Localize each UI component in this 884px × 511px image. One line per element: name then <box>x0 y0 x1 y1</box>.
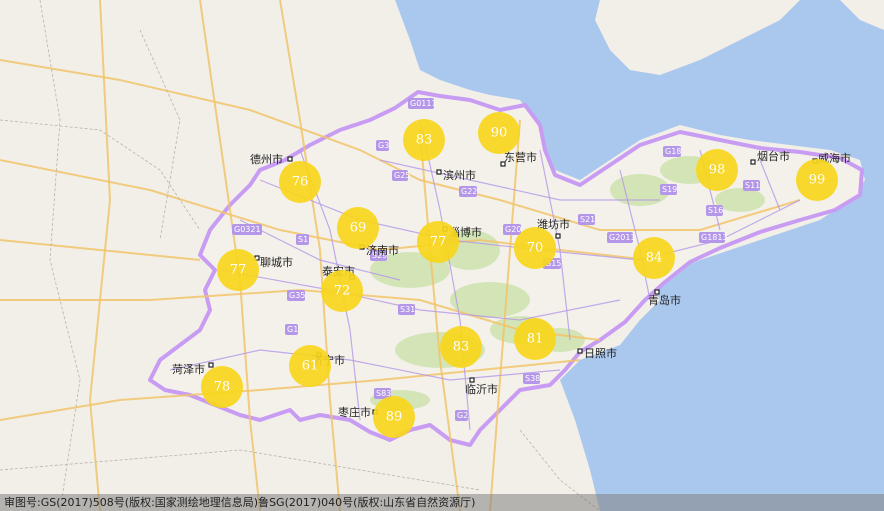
marker-zaozhuang[interactable]: 89 <box>373 396 415 438</box>
svg-text:72: 72 <box>334 284 351 299</box>
svg-text:聊城市: 聊城市 <box>260 255 293 269</box>
svg-text:70: 70 <box>527 241 544 256</box>
map-canvas[interactable]: G0111 G25 G18 G3 G2 G20 G22 G15 G35 G181… <box>0 0 884 511</box>
svg-text:81: 81 <box>527 332 544 347</box>
svg-text:G1813: G1813 <box>701 233 728 242</box>
svg-text:76: 76 <box>292 175 309 190</box>
marker-heze[interactable]: 78 <box>201 366 243 408</box>
svg-text:S21: S21 <box>580 215 595 224</box>
svg-text:83: 83 <box>453 340 470 355</box>
marker-linyi[interactable]: 83 <box>440 326 482 368</box>
city-liaocheng[interactable]: 聊城市 <box>254 255 293 269</box>
svg-text:S19: S19 <box>662 185 677 194</box>
svg-text:青岛市: 青岛市 <box>648 293 681 307</box>
marker-jinan[interactable]: 69 <box>337 207 379 249</box>
svg-text:G0111: G0111 <box>410 99 437 108</box>
svg-text:78: 78 <box>214 380 231 395</box>
marker-weihai[interactable]: 99 <box>796 159 838 201</box>
svg-text:日照市: 日照市 <box>584 346 617 360</box>
svg-text:S11: S11 <box>745 181 760 190</box>
svg-text:G20: G20 <box>505 225 521 234</box>
svg-text:烟台市: 烟台市 <box>757 149 790 163</box>
svg-text:G3: G3 <box>378 141 389 150</box>
svg-text:枣庄市: 枣庄市 <box>338 405 371 419</box>
svg-text:G2011: G2011 <box>609 233 636 242</box>
marker-dezhou[interactable]: 76 <box>279 161 321 203</box>
svg-text:77: 77 <box>230 263 247 278</box>
city-yantai[interactable]: 烟台市 <box>750 149 790 165</box>
svg-text:83: 83 <box>416 133 433 148</box>
svg-text:G0321: G0321 <box>234 225 261 234</box>
marker-dongying[interactable]: 90 <box>478 112 520 154</box>
marker-binzhou[interactable]: 83 <box>403 119 445 161</box>
svg-text:84: 84 <box>646 251 663 266</box>
svg-text:菏泽市: 菏泽市 <box>172 362 205 376</box>
marker-taian[interactable]: 72 <box>321 270 363 312</box>
svg-text:G35: G35 <box>289 291 305 300</box>
svg-text:G25: G25 <box>394 171 410 180</box>
marker-yantai[interactable]: 98 <box>696 149 738 191</box>
svg-text:69: 69 <box>350 221 367 236</box>
svg-text:G22: G22 <box>461 187 477 196</box>
marker-weifang[interactable]: 70 <box>514 227 556 269</box>
marker-rizhao[interactable]: 81 <box>514 318 556 360</box>
svg-text:90: 90 <box>491 126 508 141</box>
svg-text:S16: S16 <box>708 206 723 215</box>
svg-text:东营市: 东营市 <box>504 150 537 164</box>
svg-text:滨州市: 滨州市 <box>443 168 476 182</box>
svg-text:G18: G18 <box>665 147 681 156</box>
svg-text:S38: S38 <box>525 374 540 383</box>
svg-text:99: 99 <box>809 173 826 188</box>
marker-jining[interactable]: 61 <box>289 345 331 387</box>
svg-text:临沂市: 临沂市 <box>465 382 498 396</box>
svg-text:98: 98 <box>709 163 726 178</box>
city-rizhao[interactable]: 日照市 <box>577 346 617 360</box>
svg-text:S31: S31 <box>400 305 415 314</box>
marker-qingdao[interactable]: 84 <box>633 237 675 279</box>
city-binzhou[interactable]: 滨州市 <box>436 168 476 182</box>
marker-liaocheng[interactable]: 77 <box>217 249 259 291</box>
svg-text:德州市: 德州市 <box>250 152 283 166</box>
svg-text:77: 77 <box>430 235 447 250</box>
svg-text:61: 61 <box>302 359 319 374</box>
svg-text:G2: G2 <box>457 411 468 420</box>
svg-text:89: 89 <box>386 410 403 425</box>
svg-text:济南市: 济南市 <box>366 243 399 257</box>
marker-zibo[interactable]: 77 <box>417 221 459 263</box>
svg-text:S1: S1 <box>298 235 308 244</box>
map-copyright-footer: 审图号:GS(2017)508号(版权:国家测绘地理信息局)鲁SG(2017)0… <box>0 494 884 511</box>
svg-text:G1: G1 <box>287 325 298 334</box>
